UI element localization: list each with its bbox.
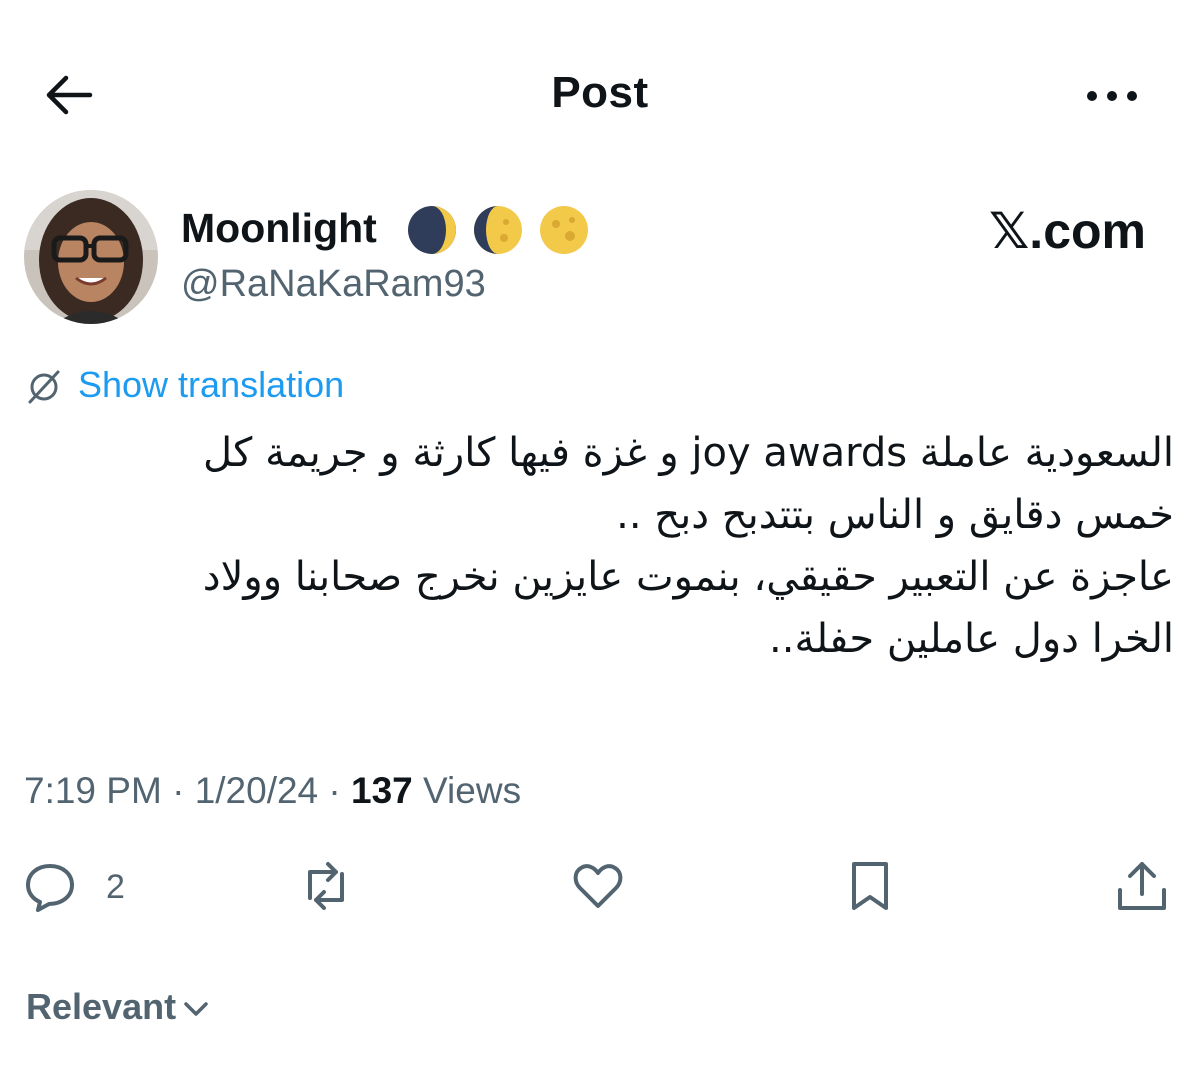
avatar[interactable] (24, 190, 158, 324)
page-title: Post (551, 68, 649, 117)
show-translation-label: Show translation (78, 364, 345, 405)
post-date[interactable]: 1/20/24 (195, 770, 318, 811)
meta-separator: · (161, 770, 195, 811)
translate-globe-icon (28, 370, 60, 404)
share-upload-icon (1118, 862, 1166, 910)
full-moon-icon (540, 206, 588, 254)
reply-count: 2 (106, 868, 125, 906)
waning-crescent-moon-icon (408, 206, 456, 254)
tweet-text: السعودية عاملة joy awards و غزة فيها كار… (24, 422, 1174, 670)
repost-icon (308, 862, 344, 910)
heart-icon (573, 864, 623, 908)
reply-bubble-icon (26, 864, 74, 912)
repost-button[interactable] (298, 858, 358, 918)
tweet-meta: 7:19 PM · 1/20/24 · 137 Views (24, 770, 521, 812)
author-handle[interactable]: @RaNaKaRam93 (181, 263, 486, 306)
views-label: Views (412, 770, 522, 811)
post-time[interactable]: 7:19 PM (24, 770, 162, 811)
reply-sort-dropdown[interactable]: Relevant (26, 986, 210, 1028)
bookmark-icon (852, 862, 888, 910)
bookmark-button[interactable] (842, 858, 902, 918)
reply-button[interactable]: 2 (22, 858, 142, 918)
tweet-text-line: السعودية عاملة joy awards و غزة فيها كار… (203, 430, 1174, 476)
waxing-gibbous-moon-icon (474, 206, 522, 254)
meta-separator: · (318, 770, 352, 811)
chevron-down-icon (184, 1002, 208, 1017)
tweet-text-line: عاجزة عن التعبير حقيقي، بنموت عايزين نخر… (202, 554, 1174, 600)
more-dots-icon (1087, 91, 1137, 101)
author-name[interactable]: Moonlight (181, 205, 377, 252)
like-button[interactable] (570, 858, 630, 918)
tweet-text-line: الخرا دول عاملين حفلة.. (769, 616, 1174, 662)
more-options-button[interactable] (1082, 76, 1142, 116)
tweet-text-line: خمس دقايق و الناس بتتدبح دبح .. (616, 492, 1174, 538)
share-button[interactable] (1114, 858, 1174, 918)
avatar-photo (24, 190, 158, 324)
site-watermark: 𝕏.com (989, 203, 1146, 259)
views-count: 137 (351, 770, 413, 811)
reply-sort-label: Relevant (26, 986, 177, 1027)
